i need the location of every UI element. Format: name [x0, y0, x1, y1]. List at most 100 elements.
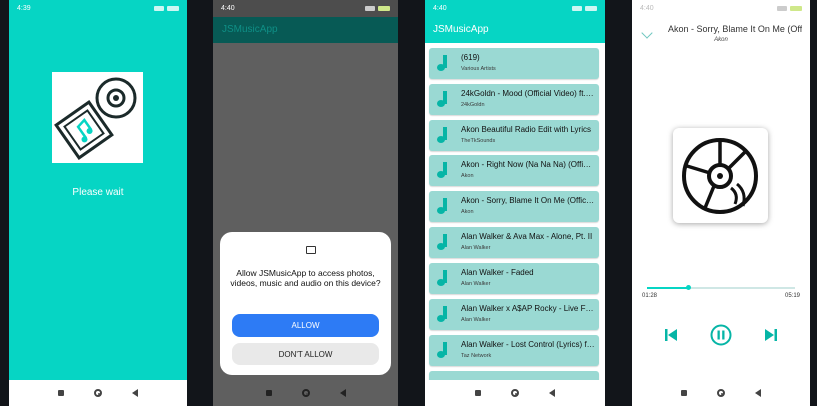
- now-playing-title: Akon - Sorry, Blame It On Me (Official V…: [668, 24, 802, 34]
- total-duration: 05:19: [784, 293, 800, 299]
- song-list-item[interactable]: Alan Walker & Ava Max - Alone, Pt. II Al…: [429, 227, 599, 258]
- song-title: Akon - Right Now (Na Na Na) (Official Vi…: [461, 160, 595, 169]
- seek-bar[interactable]: [647, 285, 795, 290]
- back-button[interactable]: [132, 389, 138, 397]
- splash-screen: 4:39 Please wait: [9, 0, 187, 406]
- now-playing-screen: 4:40 Akon - Sorry, Blame It On Me (Offic…: [632, 0, 810, 406]
- system-nav-bar: [9, 380, 187, 406]
- system-nav-bar: [213, 380, 398, 406]
- song-artist: Various Artists: [461, 66, 496, 72]
- status-time: 4:40: [221, 5, 235, 12]
- status-time: 4:40: [433, 5, 447, 12]
- song-title: Alan Walker x A$AP Rocky - Live Fast: [461, 304, 595, 313]
- folder-icon: [306, 246, 316, 254]
- system-nav-bar: [632, 380, 810, 406]
- cd-disc-icon: [682, 138, 758, 214]
- status-bar: 4:40: [632, 0, 810, 17]
- music-note-icon: [437, 198, 451, 214]
- song-title: Akon Beautiful Radio Edit with Lyrics: [461, 125, 591, 134]
- song-list-item[interactable]: Alan Walker x A$AP Rocky - Live Fast Ala…: [429, 299, 599, 330]
- home-button[interactable]: [511, 389, 519, 397]
- song-list-item[interactable]: Akon - Right Now (Na Na Na) (Official Vi…: [429, 155, 599, 186]
- song-artist: Akon: [461, 209, 474, 215]
- song-list-item[interactable]: (619) Various Artists: [429, 48, 599, 79]
- back-button[interactable]: [755, 389, 761, 397]
- signal-icon: [365, 6, 375, 11]
- song-list-item[interactable]: Alan Walker - Faded Alan Walker: [429, 263, 599, 294]
- system-nav-bar: [425, 380, 605, 406]
- recents-button[interactable]: [265, 390, 272, 396]
- music-note-icon: [437, 55, 451, 71]
- song-list-item[interactable]: 24kGoldn - Mood (Official Video) ft. ian…: [429, 84, 599, 115]
- signal-icon: [572, 6, 582, 11]
- status-bar: 4:39: [9, 0, 187, 17]
- battery-icon: [790, 6, 802, 11]
- song-list-item[interactable]: Akon - Sorry, Blame It On Me (Official V…: [429, 191, 599, 222]
- music-note-icon: [437, 127, 451, 143]
- pause-icon[interactable]: [710, 324, 732, 346]
- song-title: 24kGoldn - Mood (Official Video) ft. ian…: [461, 89, 595, 98]
- recents-button[interactable]: [475, 390, 481, 396]
- song-list: (619) Various Artists 24kGoldn - Mood (O…: [425, 43, 605, 380]
- song-artist: Taz Network: [461, 353, 492, 359]
- battery-icon: [585, 6, 597, 11]
- song-list-screen: 4:40 JSMusicApp (619) Various Artists 24…: [425, 0, 605, 406]
- permission-message: Allow JSMusicApp to access photos, video…: [230, 268, 381, 288]
- music-note-icon: [437, 162, 451, 178]
- dont-allow-button[interactable]: DON'T ALLOW: [232, 343, 379, 365]
- battery-icon: [167, 6, 179, 11]
- status-icons: [365, 6, 390, 11]
- signal-icon: [777, 6, 787, 11]
- song-artist: Alan Walker: [461, 281, 491, 287]
- song-title: Alan Walker & Ava Max - Alone, Pt. II: [461, 232, 593, 241]
- cd-and-music-note-icon: [54, 77, 137, 160]
- status-time: 4:39: [17, 5, 31, 12]
- status-icons: [777, 6, 802, 11]
- signal-icon: [154, 6, 164, 11]
- battery-icon: [378, 6, 390, 11]
- song-artist: Alan Walker: [461, 317, 491, 323]
- home-button[interactable]: [94, 389, 102, 397]
- song-list-item[interactable]: Akon Beautiful Radio Edit with Lyrics Th…: [429, 120, 599, 151]
- music-note-icon: [437, 342, 451, 358]
- album-art: [673, 128, 768, 223]
- app-bar: JSMusicApp: [425, 17, 605, 43]
- recents-button[interactable]: [681, 390, 687, 396]
- song-artist: TheTkSounds: [461, 138, 496, 144]
- song-title: Alan Walker - Faded: [461, 268, 534, 277]
- home-button[interactable]: [717, 389, 725, 397]
- song-title: (619): [461, 53, 480, 62]
- song-title: Akon - Sorry, Blame It On Me (Official V…: [461, 196, 595, 205]
- song-artist: 24kGoldn: [461, 102, 485, 108]
- status-bar: 4:40: [213, 0, 398, 17]
- music-note-icon: [437, 234, 451, 250]
- song-artist: Akon: [461, 173, 474, 179]
- status-icons: [572, 6, 597, 11]
- please-wait-label: Please wait: [72, 187, 124, 198]
- elapsed-time: 01:28: [642, 293, 658, 299]
- status-time: 4:40: [640, 5, 654, 12]
- next-track-icon[interactable]: [764, 328, 778, 342]
- song-list-item[interactable]: Alan Walker - Lost Control (Lyrics) ft. …: [429, 335, 599, 366]
- back-button[interactable]: [549, 389, 555, 397]
- music-note-icon: [437, 91, 451, 107]
- song-list-item[interactable]: [429, 371, 599, 380]
- previous-track-icon[interactable]: [664, 328, 678, 342]
- song-title: Alan Walker - Lost Control (Lyrics) ft. …: [461, 340, 595, 349]
- status-bar: 4:40: [425, 0, 605, 17]
- status-icons: [154, 6, 179, 11]
- seek-thumb[interactable]: [685, 285, 691, 290]
- music-note-icon: [437, 306, 451, 322]
- allow-button[interactable]: ALLOW: [232, 314, 379, 337]
- permission-screen: 4:40 JSMusicApp Allow JSMusicApp to acce…: [213, 0, 398, 406]
- permission-dialog: Allow JSMusicApp to access photos, video…: [220, 232, 391, 375]
- back-button[interactable]: [339, 389, 346, 397]
- recents-button[interactable]: [58, 390, 64, 396]
- app-logo: [52, 72, 143, 163]
- song-artist: Alan Walker: [461, 245, 491, 251]
- now-playing-artist: Akon: [714, 37, 728, 43]
- app-bar: JSMusicApp: [213, 17, 398, 43]
- music-note-icon: [437, 270, 451, 286]
- home-button[interactable]: [301, 389, 310, 397]
- seek-progress: [647, 287, 688, 289]
